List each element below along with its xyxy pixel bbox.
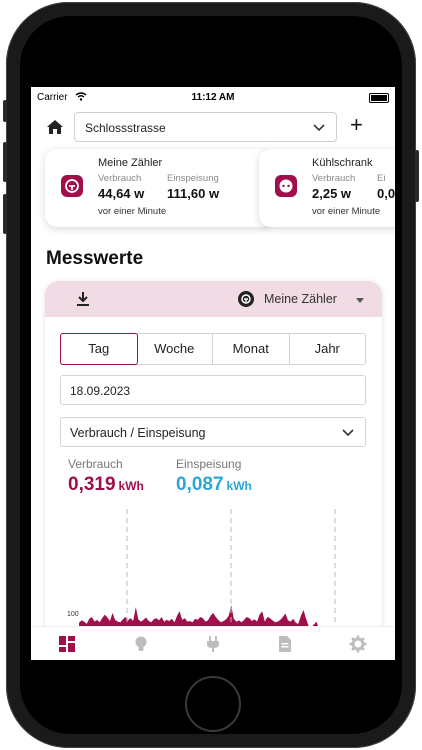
device-card-fridge[interactable]: Kühlschrank Verbrauch Ei 2,25 w 0,0 vor … [259,149,395,227]
download-icon[interactable] [75,290,91,308]
dashboard-icon[interactable] [58,635,76,653]
meter-icon [61,175,83,197]
panel-header: Meine Zähler [45,281,382,317]
period-tabs: Tag Woche Monat Jahr [60,333,366,365]
consumption-value: 44,64 w [98,186,145,201]
caret-down-icon [356,298,364,303]
tab-month[interactable]: Monat [213,334,290,364]
volume-down-button [3,194,7,234]
chevron-down-icon [342,429,354,437]
plug-icon[interactable] [204,635,222,653]
updated-time: vor einer Minute [312,206,381,217]
meter-dropdown-value: Meine Zähler [264,292,337,306]
mute-switch [3,100,7,122]
consumption-value: 2,25 w [312,186,352,201]
clock: 11:12 AM [191,92,235,103]
tab-year[interactable]: Jahr [290,334,366,364]
mode-select-value: Verbrauch / Einspeisung [70,426,206,440]
bottom-tab-bar [31,626,395,660]
home-button[interactable] [185,676,241,732]
status-bar: Carrier 11:12 AM [31,87,395,107]
chevron-down-icon [313,124,325,132]
tab-week[interactable]: Woche [137,334,213,364]
socket-icon [275,175,297,197]
app-screen: Carrier 11:12 AM Schlossstrasse + Meine … [31,87,395,660]
feed-label: Ei [377,173,386,184]
bulb-icon[interactable] [132,635,150,653]
consumption-stat-value: 0,319 [68,474,116,495]
feed-stat-unit: kWh [226,479,252,493]
meter-dropdown[interactable]: Meine Zähler [238,291,366,309]
home-icon[interactable] [45,117,65,137]
volume-up-button [3,142,7,182]
feed-value: 0,0 [377,186,395,201]
battery-icon [369,93,389,103]
meter-icon [238,291,254,307]
feed-label: Einspeisung [167,173,219,184]
measurements-panel: Meine Zähler Tag Woche Monat Jahr 18.09.… [45,281,382,660]
top-bar: Schlossstrasse + [31,109,395,145]
mode-select[interactable]: Verbrauch / Einspeisung [60,417,366,447]
section-title: Messwerte [46,248,144,269]
device-card-meter[interactable]: Meine Zähler Verbrauch Einspeisung 44,64… [45,149,273,227]
device-name: Kühlschrank [312,157,373,169]
device-name: Meine Zähler [98,157,163,169]
feed-stat-value: 0,087 [176,474,224,495]
date-field-value: 18.09.2023 [70,384,131,398]
consumption-stat-unit: kWh [118,479,144,493]
feed-stat: 0,087 kWh [176,474,252,496]
y-tick-label: 100 [67,611,79,618]
consumption-label: Verbrauch [312,173,356,184]
consumption-stat: 0,319 kWh [68,474,144,496]
feed-stat-label: Einspeisung [176,457,242,471]
consumption-stat-label: Verbrauch [68,457,123,471]
gear-icon[interactable] [349,635,367,653]
device-cards: Meine Zähler Verbrauch Einspeisung 44,64… [31,145,395,229]
location-select[interactable]: Schlossstrasse [74,112,337,142]
feed-value: 111,60 w [167,186,220,201]
add-location-button[interactable]: + [350,114,363,136]
tab-day[interactable]: Tag [60,333,138,365]
location-select-value: Schlossstrasse [85,121,166,135]
consumption-label: Verbrauch [98,173,142,184]
power-button [415,150,419,202]
updated-time: vor einer Minute [98,206,167,217]
date-field[interactable]: 18.09.2023 [60,375,366,405]
document-icon[interactable] [276,635,294,653]
